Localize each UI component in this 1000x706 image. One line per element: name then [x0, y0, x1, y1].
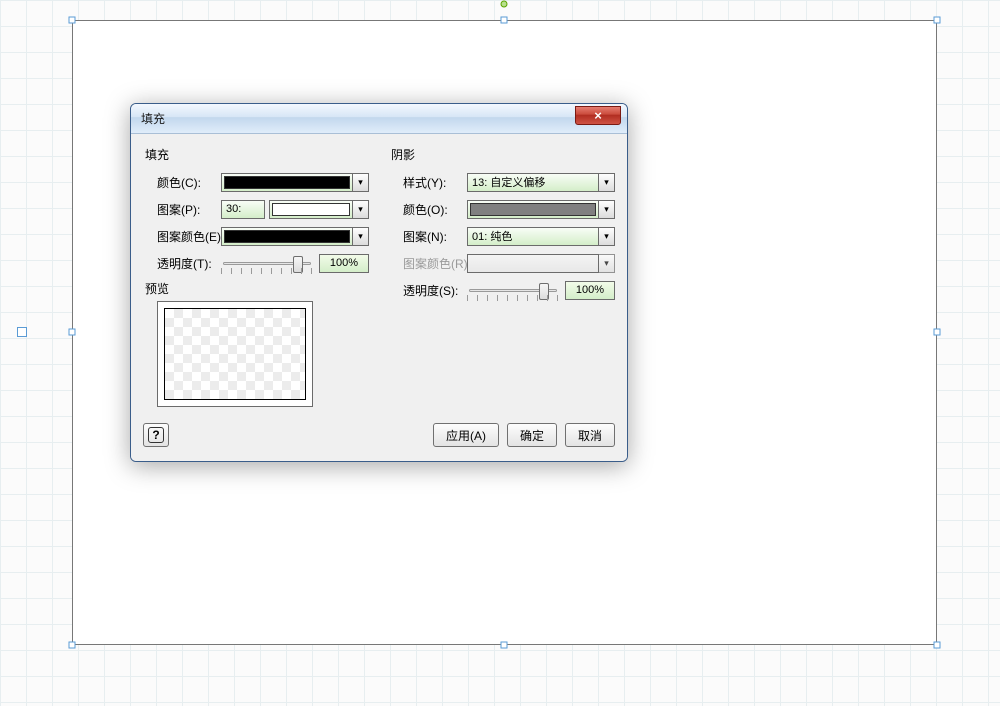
- shadow-opacity-value[interactable]: 100%: [565, 281, 615, 300]
- fill-pattern-dropdown[interactable]: ▾: [353, 200, 369, 219]
- fill-section: 填充 颜色(C): ▾ 图案(P): 30: ▾ 图案颜色(E):: [143, 142, 369, 407]
- ok-button[interactable]: 确定: [507, 423, 557, 447]
- shadow-style-select[interactable]: 13: 自定义偏移: [467, 173, 599, 192]
- fill-pattern-color-label: 图案颜色(E):: [143, 228, 221, 245]
- fill-section-title: 填充: [145, 146, 369, 163]
- preview-label: 预览: [145, 280, 369, 297]
- dialog-body: 填充 颜色(C): ▾ 图案(P): 30: ▾ 图案颜色(E):: [131, 134, 627, 461]
- shadow-pattern-color-swatch: [467, 254, 599, 273]
- fill-color-label: 颜色(C):: [143, 174, 221, 191]
- shadow-opacity-label: 透明度(S):: [389, 282, 467, 299]
- resize-handle-w[interactable]: [69, 329, 76, 336]
- resize-handle-sw[interactable]: [69, 642, 76, 649]
- help-button[interactable]: ?: [143, 423, 169, 447]
- help-icon: ?: [148, 427, 164, 443]
- cancel-button[interactable]: 取消: [565, 423, 615, 447]
- shadow-pattern-dropdown[interactable]: ▾: [599, 227, 615, 246]
- shadow-pattern-label: 图案(N):: [389, 228, 467, 245]
- shadow-pattern-color-dropdown: ▾: [599, 254, 615, 273]
- fill-opacity-value[interactable]: 100%: [319, 254, 369, 273]
- shadow-style-dropdown[interactable]: ▾: [599, 173, 615, 192]
- apply-button[interactable]: 应用(A): [433, 423, 499, 447]
- fill-pattern-color-dropdown[interactable]: ▾: [353, 227, 369, 246]
- resize-handle-s[interactable]: [501, 642, 508, 649]
- close-button[interactable]: ×: [575, 106, 621, 125]
- resize-handle-e[interactable]: [934, 329, 941, 336]
- resize-handle-ne[interactable]: [934, 17, 941, 24]
- shadow-opacity-slider[interactable]: [467, 279, 559, 301]
- fill-pattern-swatch[interactable]: [269, 200, 353, 219]
- shadow-color-dropdown[interactable]: ▾: [599, 200, 615, 219]
- rotate-handle[interactable]: [501, 1, 508, 8]
- fill-pattern-label: 图案(P):: [143, 201, 221, 218]
- shadow-color-label: 颜色(O):: [389, 201, 467, 218]
- fill-pattern-color-swatch[interactable]: [221, 227, 353, 246]
- resize-handle-nw[interactable]: [69, 17, 76, 24]
- fill-color-swatch[interactable]: [221, 173, 353, 192]
- shadow-section: 阴影 样式(Y): 13: 自定义偏移 ▾ 颜色(O): ▾ 图案(N): 01…: [389, 142, 615, 407]
- preview-checker: [164, 308, 306, 400]
- fill-color-dropdown[interactable]: ▾: [353, 173, 369, 192]
- shadow-pattern-color-label: 图案颜色(R):: [389, 255, 467, 272]
- shadow-color-swatch[interactable]: [467, 200, 599, 219]
- close-icon: ×: [594, 108, 602, 123]
- preview-box: [157, 301, 313, 407]
- fill-pattern-number[interactable]: 30:: [221, 200, 265, 219]
- side-grip-left[interactable]: [17, 327, 27, 337]
- dialog-titlebar[interactable]: 填充 ×: [131, 104, 627, 134]
- dialog-title: 填充: [141, 110, 165, 127]
- fill-opacity-slider[interactable]: [221, 252, 313, 274]
- shadow-style-label: 样式(Y):: [389, 174, 467, 191]
- resize-handle-se[interactable]: [934, 642, 941, 649]
- resize-handle-n[interactable]: [501, 17, 508, 24]
- fill-dialog: 填充 × 填充 颜色(C): ▾ 图案(P): 30: ▾: [130, 103, 628, 462]
- fill-opacity-label: 透明度(T):: [143, 255, 221, 272]
- shadow-pattern-select[interactable]: 01: 纯色: [467, 227, 599, 246]
- shadow-section-title: 阴影: [391, 146, 615, 163]
